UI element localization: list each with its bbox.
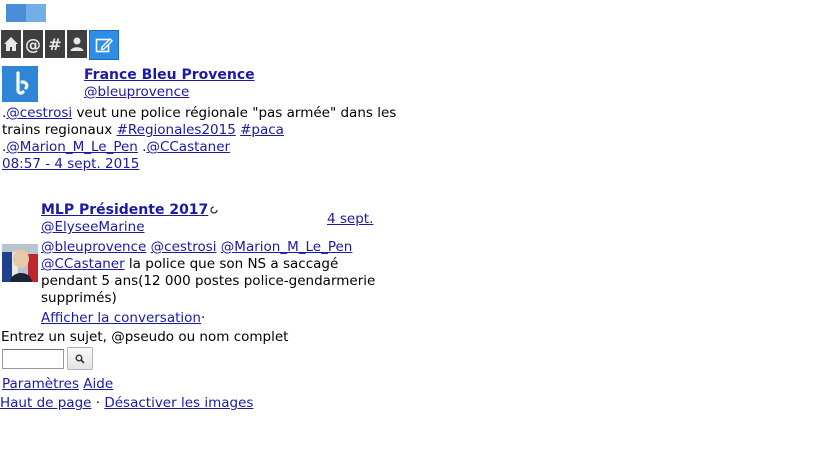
separator: · [200, 310, 206, 326]
mention-link[interactable]: @CCastaner [41, 256, 125, 272]
hash-icon[interactable]: # [45, 30, 65, 58]
mention-link[interactable]: @Marion_M_Le_Pen [221, 239, 353, 255]
tweet-author-name[interactable]: France Bleu Provence [84, 67, 255, 83]
tweet-text: .@cestrosi veut une police régionale "pa… [2, 105, 397, 156]
tweet-date[interactable]: 4 sept. [327, 211, 373, 227]
search-icon [75, 354, 85, 364]
disable-images-link[interactable]: Désactiver les images [104, 395, 253, 411]
tweet-author-name[interactable]: MLP Présidente 2017 [41, 202, 219, 218]
help-link[interactable]: Aide [83, 376, 113, 392]
search-button[interactable] [67, 347, 93, 370]
mention-link[interactable]: @Marion_M_Le_Pen [6, 139, 138, 155]
mention-link[interactable]: @CCastaner [146, 139, 230, 155]
avatar[interactable] [2, 66, 38, 102]
mention-link[interactable]: @cestrosi [151, 239, 217, 255]
mention-link[interactable]: @bleuprovence [41, 239, 146, 255]
logo-right-block [26, 4, 46, 22]
nav-bar: @ # [1, 30, 119, 60]
footer-links: Haut de page · Désactiver les images [0, 395, 253, 411]
verified-loading-icon [210, 206, 218, 214]
twitter-logo[interactable] [6, 4, 46, 22]
at-icon[interactable]: @ [23, 30, 43, 58]
footer-links: Paramètres Aide [2, 376, 113, 392]
home-icon[interactable] [1, 30, 21, 58]
separator: · [95, 395, 101, 411]
search-label: Entrez un sujet, @pseudo ou nom complet [1, 329, 289, 345]
tweet-timestamp[interactable]: 08:57 - 4 sept. 2015 [2, 156, 139, 172]
search-input[interactable] [2, 349, 64, 369]
tweet-author-handle[interactable]: @ElyseeMarine [41, 219, 145, 235]
at-glyph: @ [25, 34, 41, 54]
hashtag-link[interactable]: #paca [240, 122, 284, 138]
hashtag-link[interactable]: #Regionales2015 [117, 122, 236, 138]
settings-link[interactable]: Paramètres [2, 376, 79, 392]
tweet-author-handle[interactable]: @bleuprovence [84, 84, 189, 100]
back-to-top-link[interactable]: Haut de page [0, 395, 91, 411]
hash-glyph: # [48, 34, 62, 54]
avatar[interactable] [2, 244, 38, 282]
conversation-row: Afficher la conversation· [41, 310, 205, 326]
tweet-text: @bleuprovence @cestrosi @Marion_M_Le_Pen… [41, 239, 396, 307]
compose-icon[interactable] [89, 30, 119, 60]
mention-link[interactable]: @cestrosi [6, 105, 72, 121]
profile-icon[interactable] [67, 30, 87, 58]
logo-left-block [6, 4, 26, 22]
author-name-text: MLP Présidente 2017 [41, 202, 209, 218]
show-conversation-link[interactable]: Afficher la conversation [41, 310, 201, 326]
